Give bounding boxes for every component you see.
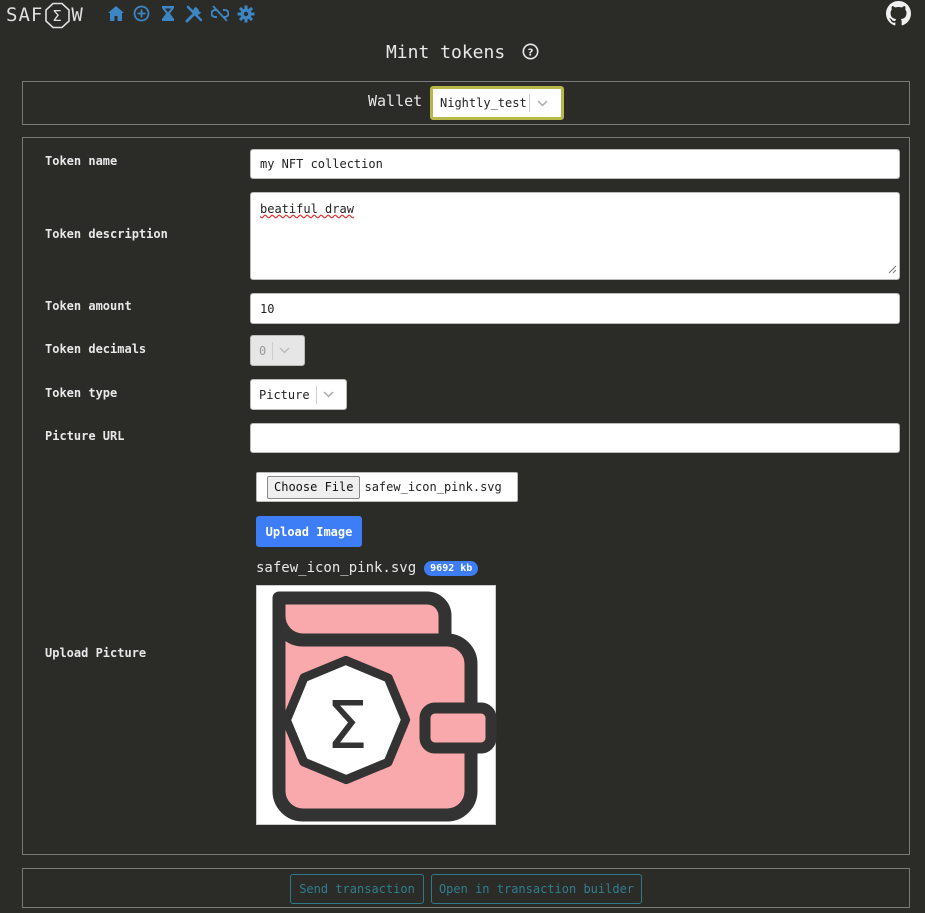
token-description-textarea[interactable]: beatiful draw (250, 192, 900, 280)
token-type-label: Token type (45, 386, 118, 400)
token-decimals-select: 0 (250, 335, 305, 366)
safew-logo[interactable]: SAF Σ W (6, 2, 84, 28)
svg-text:Σ: Σ (52, 7, 62, 25)
page-title: Mint tokens ? (0, 42, 925, 63)
token-name-input[interactable]: my NFT collection (250, 149, 900, 179)
wallet-label: Wallet (368, 92, 423, 110)
top-nav: SAF Σ W (0, 0, 925, 28)
home-icon[interactable] (106, 4, 125, 23)
chevron-down-icon (273, 347, 295, 354)
send-transaction-button[interactable]: Send transaction (290, 874, 424, 904)
choose-file-button[interactable]: Choose File (267, 475, 361, 499)
wallet-select[interactable]: Nightly_test (430, 86, 564, 120)
uploaded-file-row: safew_icon_pink.svg 9692 kb (256, 560, 479, 576)
help-icon[interactable]: ? (522, 43, 539, 60)
mint-form-panel: Token name my NFT collection Token descr… (22, 137, 910, 855)
svg-text:Σ: Σ (326, 687, 368, 764)
wallet-panel: Wallet Nightly_test (22, 81, 910, 125)
nav-icons (106, 4, 255, 23)
resize-handle-icon[interactable] (888, 263, 897, 277)
picture-url-input[interactable] (250, 423, 900, 453)
token-amount-input[interactable]: 10 (250, 293, 900, 324)
tools-icon[interactable] (184, 4, 203, 23)
token-amount-label: Token amount (45, 299, 132, 313)
page-title-text: Mint tokens (385, 42, 506, 63)
wallet-sigma-icon: Σ (272, 591, 497, 822)
file-input[interactable]: Choose File safew_icon_pink.svg (256, 472, 518, 502)
wallet-selected-value: Nightly_test (440, 96, 527, 110)
token-name-label: Token name (45, 154, 118, 168)
token-decimals-label: Token decimals (45, 342, 147, 356)
svg-text:?: ? (528, 48, 534, 59)
open-in-transaction-builder-button[interactable]: Open in transaction builder (431, 874, 642, 904)
actions-panel: Send transaction Open in transaction bui… (22, 868, 910, 908)
gear-icon[interactable] (236, 4, 255, 23)
token-type-select[interactable]: Picture (250, 379, 347, 410)
sigma-octagon-icon: Σ (43, 2, 71, 28)
chevron-down-icon (530, 99, 554, 107)
upload-picture-label: Upload Picture (45, 646, 147, 660)
token-description-label: Token description (45, 227, 168, 241)
token-description-value: beatiful draw (260, 202, 354, 216)
unlink-icon[interactable] (210, 4, 229, 23)
file-size-badge: 9692 kb (424, 560, 479, 576)
token-decimals-value: 0 (259, 343, 267, 358)
logo-text-right: W (71, 4, 84, 26)
plus-circle-icon[interactable] (132, 4, 151, 23)
chevron-down-icon (317, 391, 341, 398)
chosen-file-name: safew_icon_pink.svg (364, 480, 502, 494)
token-type-value: Picture (259, 387, 310, 402)
hourglass-icon[interactable] (158, 4, 177, 23)
picture-url-label: Picture URL (45, 429, 125, 443)
upload-image-button[interactable]: Upload Image (256, 516, 362, 547)
picture-preview: Σ (256, 585, 497, 825)
logo-text-left: SAF (6, 4, 44, 26)
uploaded-file-name: safew_icon_pink.svg (256, 560, 417, 576)
github-icon[interactable] (886, 1, 911, 26)
